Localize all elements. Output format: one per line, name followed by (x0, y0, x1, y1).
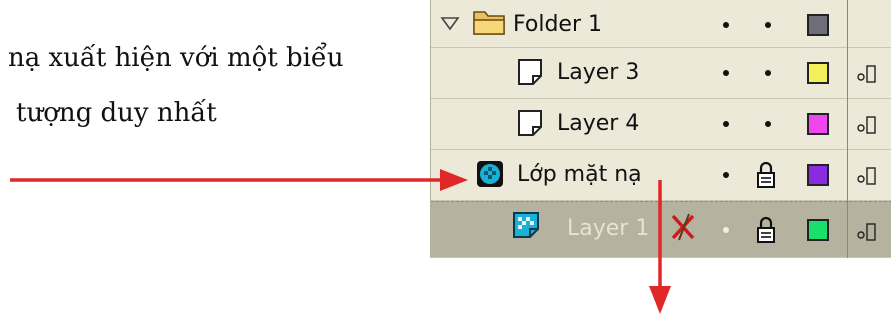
caption-line-1: nạ xuất hiện với một biểu (8, 43, 344, 73)
padlock-icon[interactable] (756, 161, 776, 189)
outline-color-swatch[interactable] (807, 14, 829, 36)
visibility-dot-icon[interactable] (723, 227, 729, 233)
layer-row-layer-4[interactable]: Layer 4 (431, 99, 891, 150)
layer-name: Lớp mặt nạ (517, 162, 642, 187)
outline-color-swatch[interactable] (807, 62, 829, 84)
outline-color-swatch[interactable] (807, 113, 829, 135)
arrow-right-icon (10, 169, 468, 191)
outline-color-swatch[interactable] (807, 164, 829, 186)
caption-line-2: tượng duy nhất (16, 98, 217, 128)
layer-page-icon (518, 110, 542, 136)
masked-layer-icon (513, 212, 539, 238)
mask-layer-icon (477, 161, 503, 187)
keyframe-icon[interactable] (855, 222, 877, 242)
visibility-dot-icon[interactable] (723, 121, 729, 127)
outline-color-swatch[interactable] (807, 219, 829, 241)
keyframe-icon[interactable] (855, 115, 877, 135)
lock-dot-icon[interactable] (765, 70, 771, 76)
visibility-dot-icon[interactable] (723, 70, 729, 76)
expand-triangle-icon[interactable] (439, 12, 461, 34)
lock-dot-icon[interactable] (765, 22, 771, 28)
padlock-icon[interactable] (756, 216, 776, 244)
keyframe-icon[interactable] (855, 64, 877, 84)
layer-page-icon (518, 59, 542, 85)
layer-name: Layer 3 (557, 60, 640, 85)
layer-name: Folder 1 (513, 12, 602, 37)
arrow-down-icon (649, 180, 671, 314)
keyframe-icon[interactable] (855, 166, 877, 186)
layer-name: Layer 1 (567, 216, 650, 241)
visibility-dot-icon[interactable] (723, 22, 729, 28)
lock-dot-icon[interactable] (765, 121, 771, 127)
folder-icon (473, 11, 505, 35)
layer-row-folder-1[interactable]: Folder 1 (431, 0, 891, 48)
layer-name: Layer 4 (557, 111, 640, 136)
visibility-dot-icon[interactable] (723, 172, 729, 178)
layer-row-layer-3[interactable]: Layer 3 (431, 48, 891, 99)
